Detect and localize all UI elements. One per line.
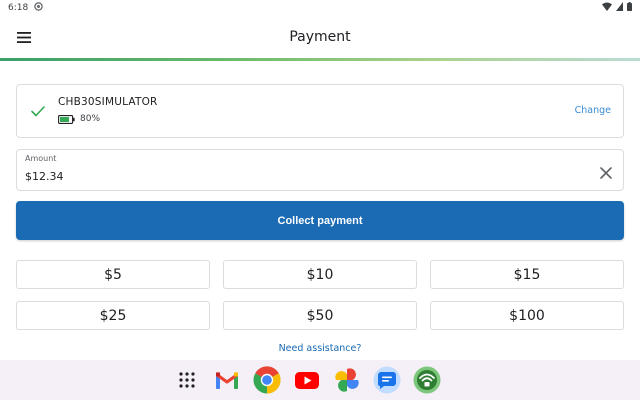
change-reader-link[interactable]: Change	[575, 105, 611, 116]
app-bar: Payment	[0, 16, 640, 58]
taskbar	[0, 360, 640, 400]
quick-amount-button[interactable]: $15	[430, 260, 624, 289]
app-bar-accent-line	[0, 58, 640, 61]
connected-check-icon	[31, 106, 45, 117]
quick-amount-button[interactable]: $10	[223, 260, 417, 289]
status-time: 6:18	[8, 3, 29, 13]
wifi-status-icon	[602, 2, 612, 14]
messages-icon[interactable]	[372, 365, 402, 395]
collect-payment-button[interactable]: Collect payment	[16, 201, 624, 240]
battery-percentage: 80%	[80, 114, 101, 124]
photos-icon[interactable]	[332, 365, 362, 395]
wifi-app-icon[interactable]	[412, 365, 442, 395]
chrome-icon[interactable]	[252, 365, 282, 395]
reader-name: CHB30SIMULATOR	[58, 96, 158, 108]
reader-card: CHB30SIMULATOR 80% Change	[16, 84, 624, 138]
clear-amount-icon[interactable]	[599, 166, 613, 180]
hamburger-menu-icon	[17, 31, 31, 43]
amount-input[interactable]	[25, 170, 565, 183]
amount-label: Amount	[25, 154, 57, 163]
quick-amount-button[interactable]: $50	[223, 301, 417, 330]
need-assistance-link[interactable]: Need assistance?	[0, 343, 640, 354]
status-bar: 6:18	[0, 0, 640, 16]
menu-button[interactable]	[14, 28, 34, 46]
reader-battery: 80%	[58, 114, 100, 124]
amount-field[interactable]: Amount	[16, 149, 624, 191]
quick-amount-button[interactable]: $100	[430, 301, 624, 330]
gmail-icon[interactable]	[212, 365, 242, 395]
app-dock	[172, 365, 442, 395]
battery-icon	[58, 114, 75, 124]
battery-status-icon	[627, 2, 632, 14]
youtube-icon[interactable]	[292, 365, 322, 395]
status-notification-icon	[34, 2, 43, 14]
signal-status-icon	[616, 2, 623, 14]
page-title: Payment	[289, 29, 351, 45]
app-drawer-icon[interactable]	[172, 365, 202, 395]
quick-amount-button[interactable]: $25	[16, 301, 210, 330]
quick-amount-button[interactable]: $5	[16, 260, 210, 289]
